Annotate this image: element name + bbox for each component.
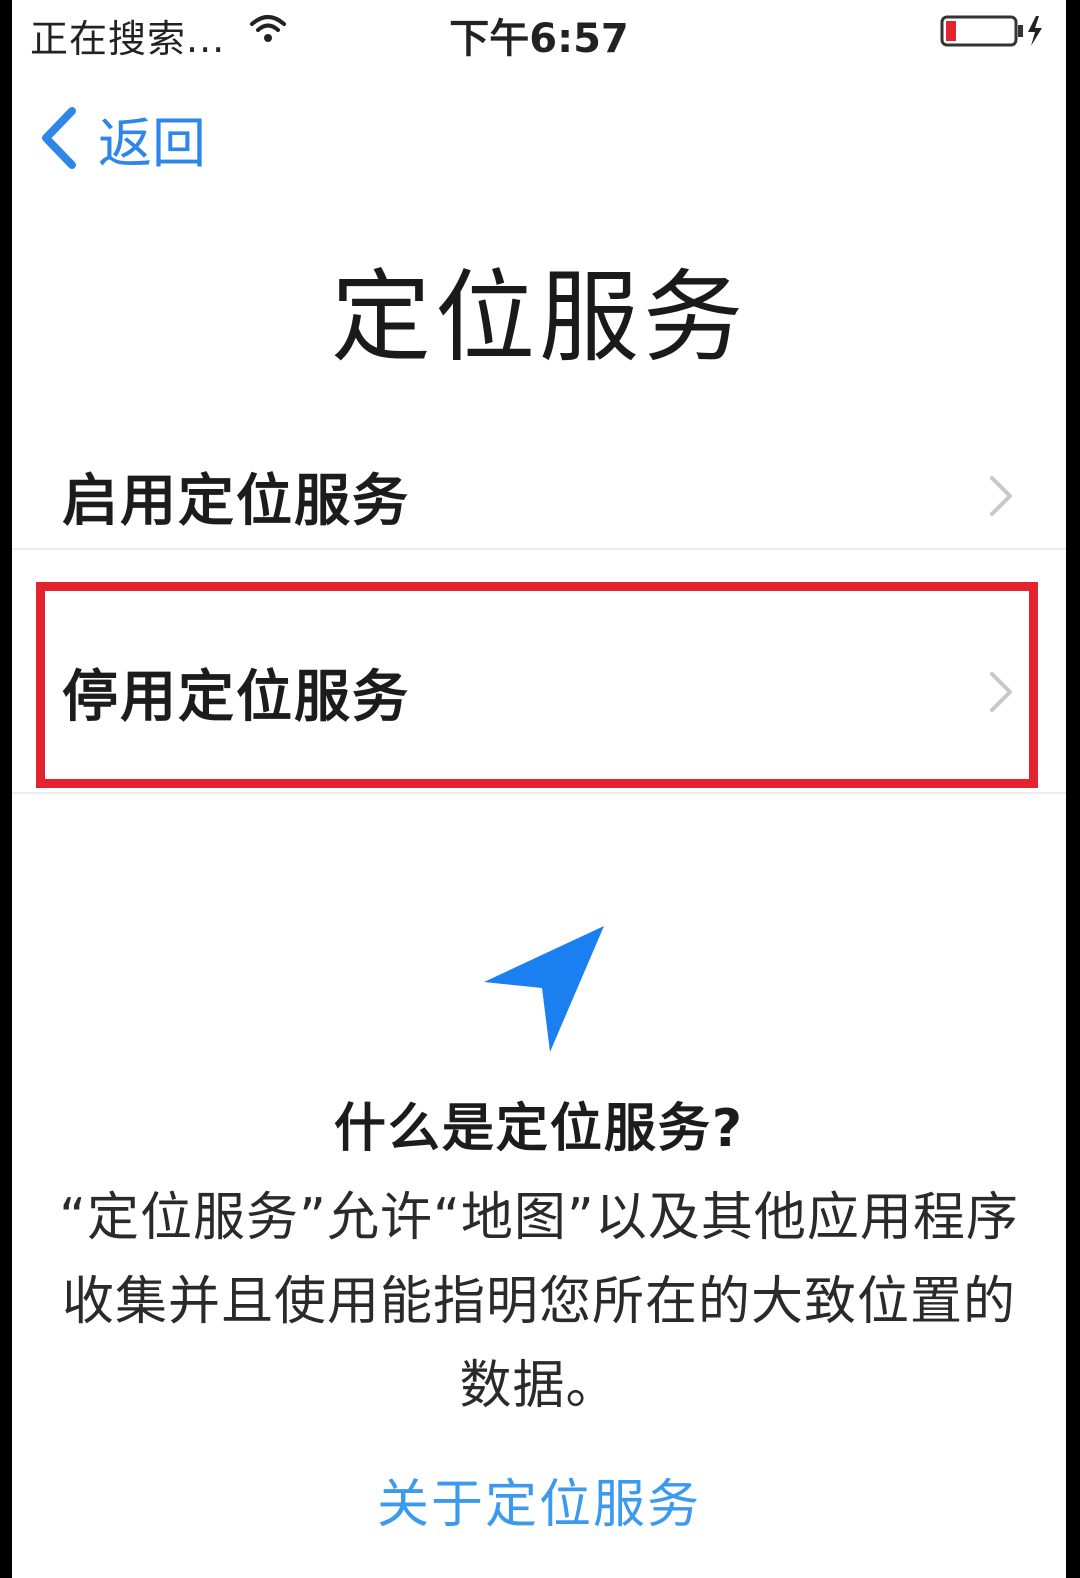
status-bar: 正在搜索... 下午6:57 [12, 0, 1066, 64]
chevron-right-icon [990, 672, 1012, 712]
divider [12, 548, 1066, 550]
back-chevron-icon [42, 107, 76, 169]
screen: 正在搜索... 下午6:57 返回 定位服务 启用定位服务 停用定位服务 什么是… [12, 0, 1066, 1578]
about-location-services-link[interactable]: 关于定位服务 [12, 1462, 1066, 1537]
option-label: 启用定位服务 [62, 468, 410, 534]
back-button[interactable]: 返回 [38, 98, 206, 178]
battery-icon [940, 15, 1042, 47]
location-arrow-icon [484, 926, 604, 1052]
status-time: 下午6:57 [449, 16, 629, 62]
chevron-right-icon [990, 476, 1012, 516]
enable-location-services-option[interactable]: 启用定位服务 [12, 398, 1066, 594]
back-label: 返回 [98, 111, 206, 175]
divider [12, 792, 1066, 794]
option-label: 停用定位服务 [62, 664, 410, 730]
page-title: 定位服务 [331, 259, 747, 376]
disable-location-services-option[interactable]: 停用定位服务 [12, 594, 1066, 790]
info-body: “定位服务”允许“地图”以及其他应用程序收集并且使用能指明您所在的大致位置的数据… [59, 1188, 1019, 1416]
info-heading: 什么是定位服务? [333, 1099, 745, 1159]
